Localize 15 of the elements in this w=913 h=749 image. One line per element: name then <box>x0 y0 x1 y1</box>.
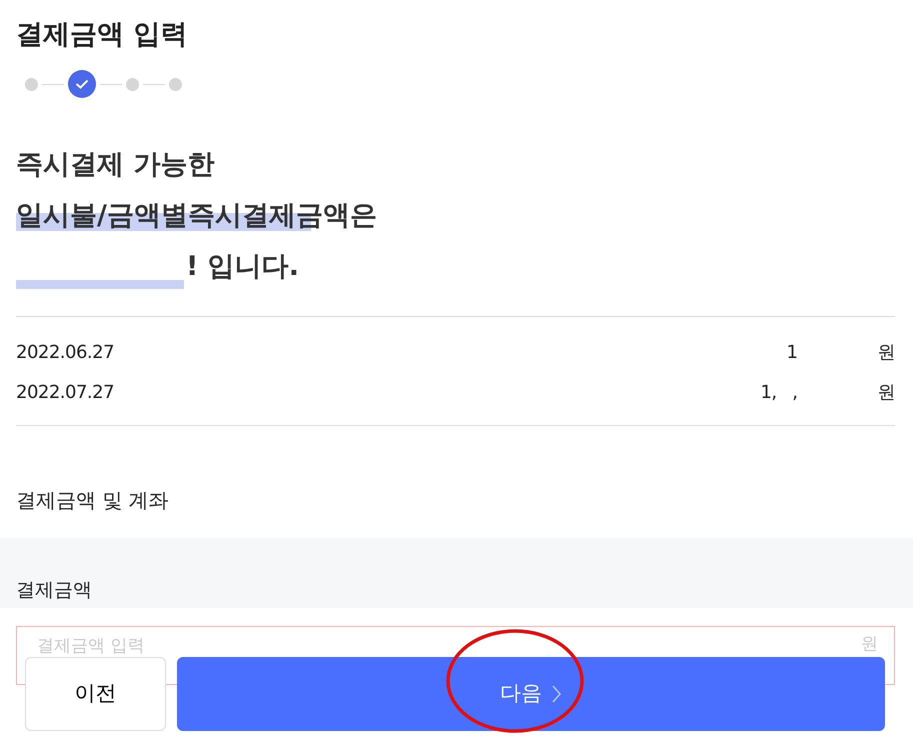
previous-button[interactable]: 이전 <box>25 657 166 731</box>
amount-text: 1 <box>786 341 798 365</box>
headline-text: 즉시결제 가능한 <box>16 149 214 180</box>
currency-text: 원 <box>878 341 895 365</box>
section-title: 결제금액 및 계좌 <box>16 487 170 514</box>
amount-text: 1, , <box>760 381 798 405</box>
currency-text: 원 <box>878 381 895 405</box>
headline-text: 일시불/금액별즉시결제금액은 <box>16 200 377 231</box>
next-button[interactable]: 다음 <box>177 657 885 731</box>
chevron-right-icon <box>552 684 562 704</box>
date-text: 2022.07.27 <box>16 381 114 405</box>
page-title: 결제금액 입력 <box>16 18 188 52</box>
date-text: 2022.06.27 <box>16 341 114 365</box>
field-label: 결제금액 <box>16 578 92 602</box>
headline-text: ! 입니다. <box>186 251 299 282</box>
